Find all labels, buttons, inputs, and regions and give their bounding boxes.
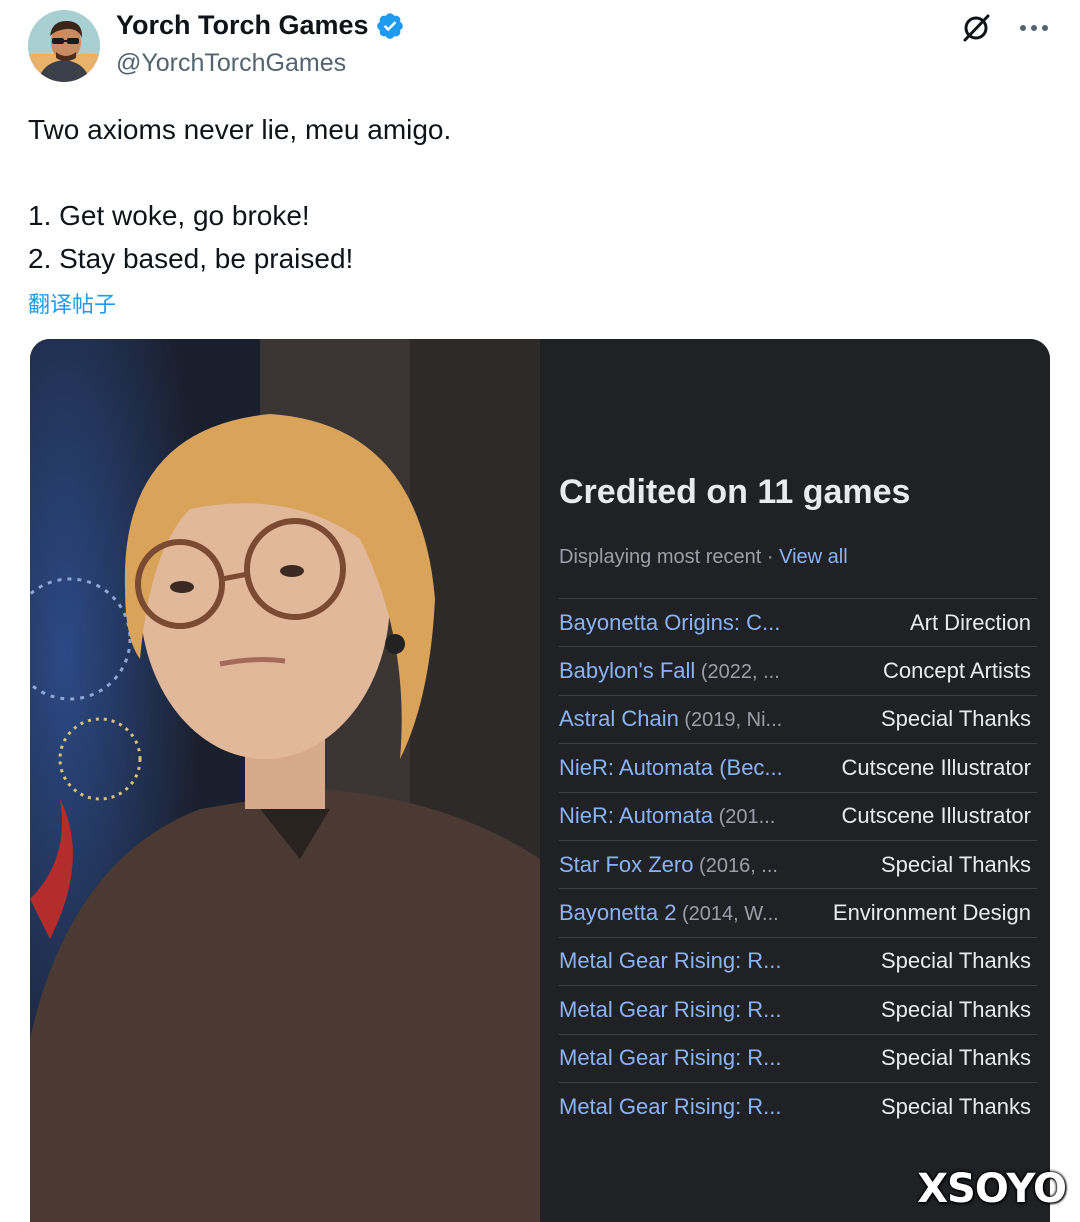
credit-row: Babylon's Fall (2022, ... Concept Artist… xyxy=(559,646,1037,694)
credit-row: NieR: Automata (201... Cutscene Illustra… xyxy=(559,791,1037,840)
credit-role: Special Thanks xyxy=(880,996,1031,1022)
tweet-text: Two axioms never lie, meu amigo. 1. Get … xyxy=(28,114,452,274)
translate-post-link[interactable]: 翻译帖子 xyxy=(28,287,116,319)
credit-game[interactable]: Metal Gear Rising: R... xyxy=(559,1094,782,1120)
credit-role: Environment Design xyxy=(832,900,1031,926)
credit-game[interactable]: Metal Gear Rising: R... xyxy=(559,1045,782,1071)
credit-game[interactable]: Star Fox Zero (2016, ... xyxy=(559,852,778,878)
credit-role: Cutscene Illustrator xyxy=(841,803,1031,829)
author-handle[interactable]: @YorchTorchGames xyxy=(116,49,346,78)
avatar-image xyxy=(28,10,100,82)
credits-panel: Credited on 11 games Displaying most rec… xyxy=(540,339,1050,1222)
credits-separator: · xyxy=(761,546,780,568)
more-icon[interactable] xyxy=(1016,10,1052,46)
credit-role: Concept Artists xyxy=(883,658,1031,684)
credit-row: Metal Gear Rising: R... Special Thanks xyxy=(559,1081,1037,1130)
credits-subtitle-text: Displaying most recent xyxy=(559,546,762,568)
credit-game[interactable]: NieR: Automata (Bec... xyxy=(559,755,783,781)
credit-row: Bayonetta 2 (2014, W... Environment Desi… xyxy=(559,888,1037,936)
credit-row: Metal Gear Rising: R... Special Thanks xyxy=(559,1033,1037,1082)
credit-row: Star Fox Zero (2016, ... Special Thanks xyxy=(559,839,1037,888)
tweet-media[interactable]: Credited on 11 games Displaying most rec… xyxy=(30,339,1050,1222)
credit-game[interactable]: Bayonetta Origins: C... xyxy=(559,610,780,636)
credit-role: Special Thanks xyxy=(880,1093,1031,1119)
credit-role: Special Thanks xyxy=(880,706,1031,732)
credit-game[interactable]: NieR: Automata (201... xyxy=(559,803,775,829)
credit-row: Astral Chain (2019, Ni... Special Thanks xyxy=(559,694,1037,743)
credit-role: Special Thanks xyxy=(880,1045,1031,1071)
credit-role: Special Thanks xyxy=(880,948,1031,974)
credit-game[interactable]: Babylon's Fall (2022, ... xyxy=(559,658,780,684)
credit-list: Bayonetta Origins: C... Art Direction Ba… xyxy=(559,598,1037,1130)
author-avatar[interactable] xyxy=(28,10,100,82)
verified-badge-icon xyxy=(375,11,405,41)
credit-row: NieR: Automata (Bec... Cutscene Illustra… xyxy=(559,743,1037,791)
credit-row: Bayonetta Origins: C... Art Direction xyxy=(559,598,1037,646)
credit-game[interactable]: Bayonetta 2 (2014, W... xyxy=(559,900,779,926)
credit-role: Cutscene Illustrator xyxy=(841,754,1031,780)
credit-row: Metal Gear Rising: R... Special Thanks xyxy=(559,985,1037,1033)
credit-row: Metal Gear Rising: R... Special Thanks xyxy=(559,936,1037,985)
credit-game[interactable]: Metal Gear Rising: R... xyxy=(559,997,782,1023)
tweet-header-actions xyxy=(958,10,1052,46)
credits-subtitle: Displaying most recent · View all xyxy=(559,546,848,569)
credit-role: Art Direction xyxy=(909,609,1031,635)
grok-icon[interactable] xyxy=(958,10,994,46)
credits-title: Credited on 11 games xyxy=(559,473,911,511)
view-all-link[interactable]: View all xyxy=(779,546,848,568)
author-name[interactable]: Yorch Torch Games xyxy=(116,10,405,41)
credit-game[interactable]: Metal Gear Rising: R... xyxy=(559,948,782,974)
author-name-text: Yorch Torch Games xyxy=(116,10,369,40)
person-photo xyxy=(30,339,540,1222)
credit-role: Special Thanks xyxy=(880,851,1031,877)
credit-game[interactable]: Astral Chain (2019, Ni... xyxy=(559,706,782,732)
watermark: XSOYO xyxy=(917,1166,1067,1212)
